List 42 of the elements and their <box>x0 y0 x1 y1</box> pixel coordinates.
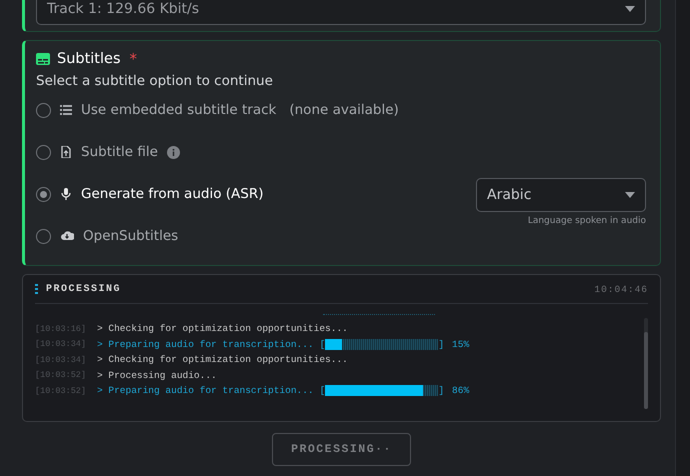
audio-track-select[interactable]: Track 1: 129.66 Kbit/s <box>36 0 646 25</box>
radio-button[interactable] <box>36 186 51 202</box>
log-timestamp: [10:03:34] <box>35 339 88 350</box>
progress-percent: 86% <box>452 385 470 396</box>
bracket: ] <box>438 385 444 396</box>
language-hint: Language spoken in audio <box>528 216 646 226</box>
bracket: [ <box>320 385 326 396</box>
bracket: [ <box>320 338 326 350</box>
radio-button[interactable] <box>36 102 51 118</box>
caret-icon <box>625 192 635 198</box>
kebab-icon <box>35 284 38 294</box>
list-icon <box>60 104 72 116</box>
log-message: > Preparing audio for transcription... <box>97 385 314 396</box>
prompt-text: Select a subtitle option to continue <box>36 73 274 89</box>
log-message: > Checking for optimization opportunities... <box>97 354 348 366</box>
option-label[interactable]: Use embedded subtitle track <box>81 102 276 118</box>
option-label[interactable]: OpenSubtitles <box>83 228 178 244</box>
log-title: PROCESSING <box>46 284 122 294</box>
caret-icon <box>625 6 635 12</box>
option-note: (none available) <box>289 102 399 118</box>
radio-button[interactable] <box>36 228 51 244</box>
required-mark: * <box>130 50 138 68</box>
log-timestamp: [10:03:52] <box>35 370 88 380</box>
log-timestamp: [10:03:34] <box>35 354 88 365</box>
microphone-icon <box>60 188 72 200</box>
info-icon[interactable] <box>166 146 180 158</box>
option-label[interactable]: Generate from audio (ASR) <box>81 186 264 202</box>
option-label[interactable]: Subtitle file <box>81 144 158 160</box>
log-message: > Preparing audio for transcription... <box>97 338 314 350</box>
progress-percent: 15% <box>452 338 470 350</box>
log-timestamp: [10:03:16] <box>35 324 88 334</box>
file-upload-icon <box>60 146 72 158</box>
log-timestamp: [10:03:52] <box>35 386 88 396</box>
section-title: Subtitles <box>57 51 121 67</box>
cloud-download-icon <box>60 230 74 242</box>
log-time: 10:04:46 <box>594 284 648 294</box>
bracket: ] <box>438 338 444 350</box>
log-message: > Checking for optimization opportunities... <box>97 323 348 334</box>
radio-button[interactable] <box>36 144 51 160</box>
log-message: > Processing audio... <box>97 370 217 381</box>
subtitles-icon <box>36 53 50 65</box>
language-select[interactable]: Arabic <box>476 178 646 212</box>
